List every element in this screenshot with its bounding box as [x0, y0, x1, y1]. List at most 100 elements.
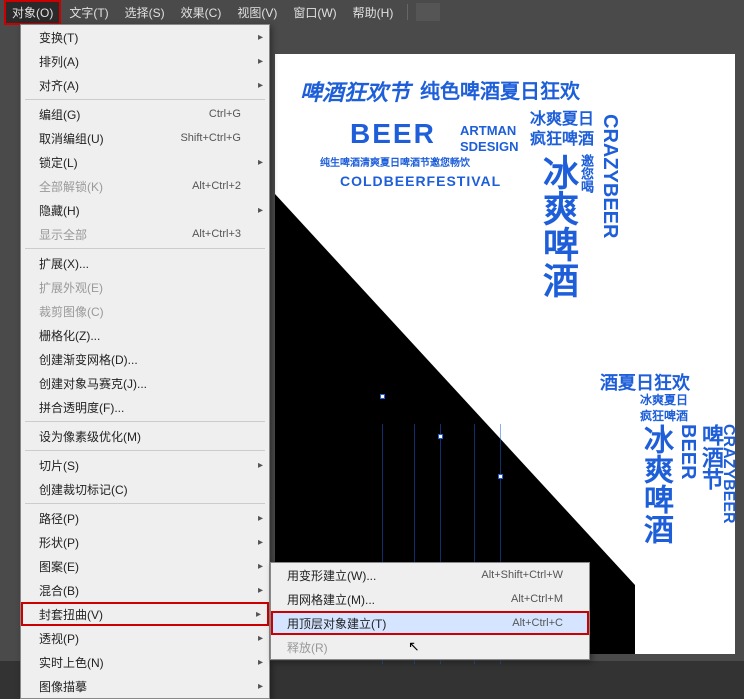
menu-item[interactable]: 拼合透明度(F)...: [21, 395, 269, 419]
menu-item[interactable]: 锁定(L): [21, 150, 269, 174]
menu-label: 创建裁切标记(C): [39, 481, 128, 498]
menu-item[interactable]: 编组(G) Ctrl+G: [21, 102, 269, 126]
menu-label: 拼合透明度(F)...: [39, 399, 124, 416]
menu-label: 混合(B): [39, 582, 79, 599]
shortcut: Alt+Shift+Ctrl+W: [481, 569, 563, 581]
menu-object[interactable]: 对象(O): [4, 0, 61, 25]
menu-item: 显示全部 Alt+Ctrl+3: [21, 222, 269, 246]
menu-item[interactable]: 扩展(X)...: [21, 251, 269, 275]
menu-item[interactable]: 形状(P): [21, 530, 269, 554]
shortcut: Alt+Ctrl+3: [192, 228, 241, 240]
art-text: 疯狂啤酒: [640, 410, 688, 422]
submenu-item: 释放(R): [271, 635, 589, 659]
menu-item[interactable]: 透视(P): [21, 626, 269, 650]
menu-effect[interactable]: 效果(C): [173, 0, 230, 25]
menu-view[interactable]: 视图(V): [229, 0, 285, 25]
post-button[interactable]: [416, 3, 440, 21]
shortcut: Alt+Ctrl+M: [511, 593, 563, 605]
menu-label: 隐藏(H): [39, 202, 80, 219]
art-text: 冰爽夏日: [640, 394, 688, 406]
menu-item[interactable]: 对齐(A): [21, 73, 269, 97]
menu-item[interactable]: 变换(T): [21, 25, 269, 49]
separator: [25, 450, 265, 451]
submenu-label: 用变形建立(W)...: [287, 567, 376, 584]
menu-label: 透视(P): [39, 630, 79, 647]
menu-label: 图像描摹: [39, 678, 87, 695]
artboard-right: [635, 54, 735, 654]
cursor-icon: ↖: [408, 638, 420, 655]
menu-label: 锁定(L): [39, 154, 78, 171]
separator: [25, 99, 265, 100]
menu-item[interactable]: 图案(E): [21, 554, 269, 578]
submenu-label: 用顶层对象建立(T): [287, 615, 386, 632]
menu-label: 扩展外观(E): [39, 279, 103, 296]
menu-item[interactable]: 路径(P): [21, 506, 269, 530]
menu-item[interactable]: 创建对象马赛克(J)...: [21, 371, 269, 395]
menu-item[interactable]: 混合(B): [21, 578, 269, 602]
menu-label: 实时上色(N): [39, 654, 104, 671]
menu-label: 对齐(A): [39, 77, 79, 94]
shortcut: Shift+Ctrl+G: [180, 132, 241, 144]
menu-item[interactable]: 创建裁切标记(C): [21, 477, 269, 501]
menu-label: 创建渐变网格(D)...: [39, 351, 138, 368]
menu-label: 排列(A): [39, 53, 79, 70]
art-text: BEER: [678, 424, 698, 480]
menu-item: 裁剪图像(C): [21, 299, 269, 323]
separator: [25, 421, 265, 422]
envelope-distort-submenu: 用变形建立(W)... Alt+Shift+Ctrl+W 用网格建立(M)...Al…: [270, 562, 590, 660]
art-text: SDESIGN: [460, 140, 519, 153]
art-text: 酒夏日狂欢: [600, 374, 690, 392]
menu-label: 栅格化(Z)...: [39, 327, 100, 344]
submenu-item[interactable]: 用变形建立(W)... Alt+Shift+Ctrl+W: [271, 563, 589, 587]
art-text: 纯色啤酒夏日狂欢: [420, 82, 580, 102]
art-text: 啤酒狂欢节: [300, 82, 410, 104]
menu-label: 切片(S): [39, 457, 79, 474]
art-text: 纯生啤酒清爽夏日啤酒节邀您畅饮: [320, 159, 470, 169]
handle[interactable]: [498, 474, 503, 479]
submenu-item[interactable]: 用顶层对象建立(T)Alt+Ctrl+C: [271, 611, 589, 635]
menu-item[interactable]: 隐藏(H): [21, 198, 269, 222]
art-text: 啤酒节: [700, 424, 722, 490]
art-text: CRAZYBEER: [720, 424, 736, 524]
submenu-item[interactable]: 用网格建立(M)...Alt+Ctrl+M: [271, 587, 589, 611]
menu-label: 路径(P): [39, 510, 79, 527]
menu-item: 扩展外观(E): [21, 275, 269, 299]
art-text: 疯狂啤酒: [530, 132, 594, 148]
menu-item[interactable]: 封套扭曲(V): [21, 602, 269, 626]
menu-label: 设为像素级优化(M): [39, 428, 141, 445]
menu-item[interactable]: 取消编组(U)Shift+Ctrl+G: [21, 126, 269, 150]
handle[interactable]: [380, 394, 385, 399]
menu-item[interactable]: 排列(A): [21, 49, 269, 73]
menu-label: 编组(G): [39, 106, 80, 123]
menu-item[interactable]: 图像描摹: [21, 674, 269, 698]
handle[interactable]: [438, 434, 443, 439]
menu-label: 全部解锁(K): [39, 178, 103, 195]
menu-label: 创建对象马赛克(J)...: [39, 375, 147, 392]
menu-item[interactable]: 设为像素级优化(M): [21, 424, 269, 448]
shortcut: Ctrl+G: [209, 108, 241, 120]
separator: [25, 503, 265, 504]
art-text: 冰爽啤酒: [640, 424, 670, 544]
shortcut: Alt+Ctrl+2: [192, 180, 241, 192]
submenu-label: 释放(R): [287, 639, 328, 656]
menu-label: 封套扭曲(V): [39, 606, 103, 623]
art-text: COLDBEERFESTIVAL: [340, 174, 501, 188]
menu-label: 裁剪图像(C): [39, 303, 104, 320]
menu-label: 变换(T): [39, 29, 78, 46]
divider: [407, 4, 408, 20]
menu-item[interactable]: 实时上色(N): [21, 650, 269, 674]
menu-label: 显示全部: [39, 226, 87, 243]
menu-item[interactable]: 创建渐变网格(D)...: [21, 347, 269, 371]
art-text: CRAZYBEER: [600, 114, 620, 238]
art-text: 冰爽夏日: [530, 112, 594, 128]
menu-help[interactable]: 帮助(H): [345, 0, 402, 25]
menu-label: 图案(E): [39, 558, 79, 575]
menu-text[interactable]: 文字(T): [61, 0, 116, 25]
menubar: 对象(O) 文字(T) 选择(S) 效果(C) 视图(V) 窗口(W) 帮助(H…: [0, 0, 744, 24]
menu-item[interactable]: 切片(S): [21, 453, 269, 477]
menu-item[interactable]: 栅格化(Z)...: [21, 323, 269, 347]
art-text: 冰爽啤酒: [540, 154, 576, 298]
menu-window[interactable]: 窗口(W): [285, 0, 344, 25]
art-text: 邀您喝: [580, 154, 593, 193]
menu-select[interactable]: 选择(S): [117, 0, 173, 25]
